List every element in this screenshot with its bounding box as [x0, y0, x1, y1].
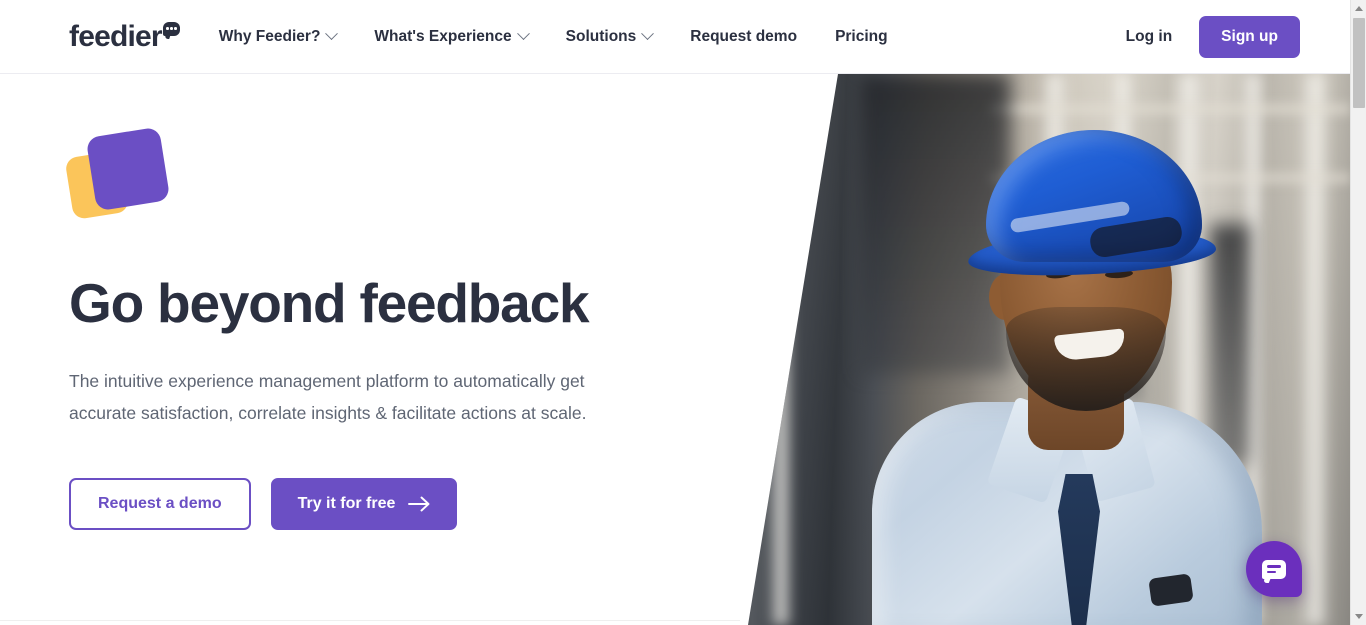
nav-label: What's Experience [374, 27, 512, 45]
site-header: feedier Why Feedier? What's Experience S… [0, 0, 1350, 74]
chevron-down-icon [325, 27, 339, 41]
request-demo-button[interactable]: Request a demo [69, 477, 251, 530]
nav-label: Solutions [565, 27, 637, 45]
nav-label: Why Feedier? [218, 27, 321, 45]
nav-item-pricing[interactable]: Pricing [835, 28, 888, 46]
nav-label: Request demo [690, 27, 798, 45]
signup-button[interactable]: Sign up [1199, 15, 1300, 58]
nav-item-whats-experience[interactable]: What's Experience [374, 27, 530, 46]
chevron-down-icon [516, 27, 530, 41]
scroll-up-arrow[interactable] [1351, 0, 1366, 17]
hero-content: Go beyond feedback The intuitive experie… [64, 74, 629, 530]
hero-person [850, 102, 1270, 625]
hero-cta-row: Request a demo Try it for free [69, 477, 629, 530]
main-navigation: Why Feedier? What's Experience Solutions… [218, 27, 888, 46]
try-free-button[interactable]: Try it for free [270, 477, 458, 530]
page-title: Go beyond feedback [69, 272, 590, 334]
try-free-label: Try it for free [297, 494, 396, 512]
section-divider [0, 620, 740, 621]
nav-item-request-demo[interactable]: Request demo [690, 28, 797, 46]
arrow-right-icon [408, 496, 430, 511]
login-link[interactable]: Log in [1126, 28, 1173, 46]
vertical-scrollbar[interactable] [1350, 0, 1366, 625]
logo-text: feedier [69, 19, 163, 53]
nav-item-solutions[interactable]: Solutions [565, 27, 655, 46]
page-root: feedier Why Feedier? What's Experience S… [0, 0, 1350, 625]
decorative-squares-icon [64, 124, 179, 220]
chat-widget-button[interactable] [1246, 541, 1302, 597]
hero-image [748, 74, 1350, 625]
nav-label: Pricing [835, 27, 888, 45]
header-actions: Log in Sign up [1126, 15, 1300, 58]
chat-icon [1262, 559, 1286, 579]
nav-item-why-feedier[interactable]: Why Feedier? [218, 27, 339, 46]
chat-bubble-icon [162, 21, 180, 36]
chevron-down-icon [641, 27, 655, 41]
site-logo[interactable]: feedier [69, 19, 180, 53]
hero-subtitle: The intuitive experience management plat… [69, 370, 587, 424]
scroll-thumb[interactable] [1353, 18, 1365, 108]
scroll-down-arrow[interactable] [1351, 608, 1366, 625]
